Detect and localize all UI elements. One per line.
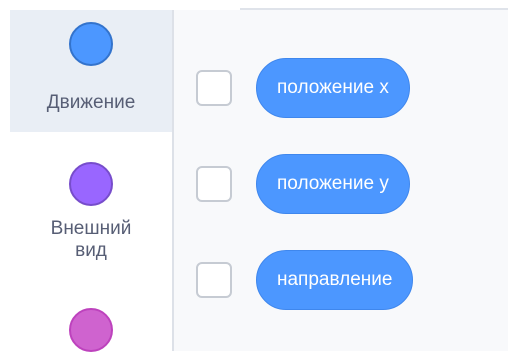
block-row-direction: направление xyxy=(174,250,508,310)
direction-reporter-block[interactable]: направление xyxy=(256,250,414,310)
block-row-y-position: положение y xyxy=(174,154,508,214)
motion-category-icon xyxy=(69,22,113,66)
top-strip xyxy=(0,0,508,8)
y-position-checkbox[interactable] xyxy=(196,166,232,202)
y-position-reporter-block[interactable]: положение y xyxy=(256,154,410,214)
sound-category-icon xyxy=(69,308,113,352)
x-position-reporter-block[interactable]: положение x xyxy=(256,58,410,118)
block-palette: положение x положение y направление xyxy=(174,10,508,351)
block-row-x-position: положение x xyxy=(174,58,508,118)
category-rail: Движение Внешний вид xyxy=(10,10,174,352)
x-position-checkbox[interactable] xyxy=(196,70,232,106)
category-sound[interactable] xyxy=(10,278,172,352)
looks-category-icon xyxy=(69,162,113,206)
category-looks-label-line2: вид xyxy=(75,240,107,261)
direction-checkbox[interactable] xyxy=(196,262,232,298)
category-looks[interactable]: Внешний вид xyxy=(10,132,172,278)
category-motion-label: Движение xyxy=(46,92,136,113)
category-looks-label-line1: Внешний xyxy=(50,218,132,239)
category-motion[interactable]: Движение xyxy=(10,10,172,132)
